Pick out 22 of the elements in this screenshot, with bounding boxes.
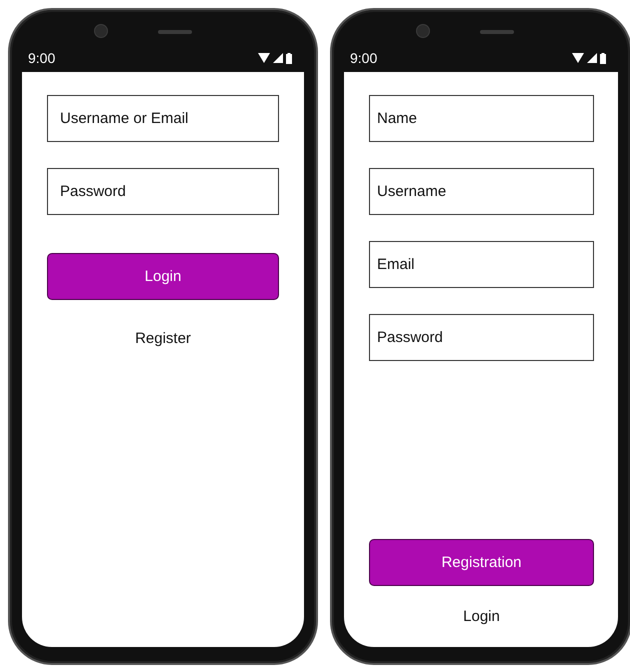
camera-icon [94, 24, 108, 38]
battery-icon [286, 52, 292, 64]
speaker-grille [158, 30, 192, 34]
camera-icon [416, 24, 430, 38]
speaker-grille [480, 30, 514, 34]
status-time: 9:00 [350, 50, 378, 66]
input-field[interactable]: Name [369, 95, 594, 142]
wifi-icon [258, 53, 270, 63]
signal-icon [587, 53, 597, 63]
input-field[interactable]: Email [369, 241, 594, 288]
input-field[interactable]: Password [369, 314, 594, 361]
signal-icon [273, 53, 283, 63]
submit-button[interactable]: Login [47, 253, 279, 300]
submit-button[interactable]: Registration [369, 539, 594, 586]
input-field[interactable]: Username [369, 168, 594, 215]
wifi-icon [572, 53, 584, 63]
text-link[interactable]: Register [135, 330, 191, 347]
battery-icon [600, 52, 606, 64]
input-field[interactable]: Password [47, 168, 279, 215]
input-field[interactable]: Username or Email [47, 95, 279, 142]
text-link[interactable]: Login [463, 608, 500, 625]
status-time: 9:00 [28, 50, 56, 66]
